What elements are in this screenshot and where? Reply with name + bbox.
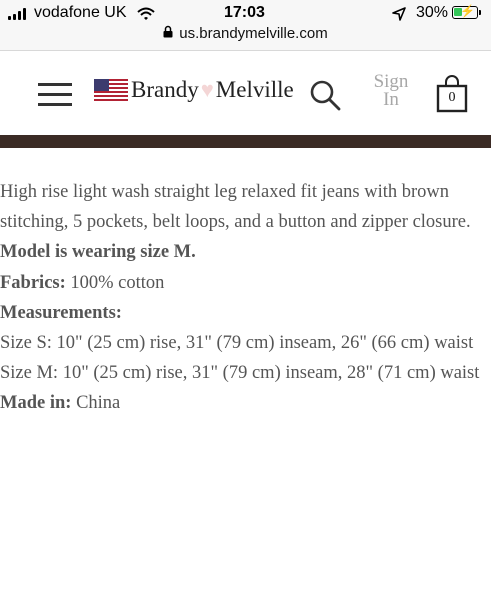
url-text: us.brandymelville.com <box>179 25 328 42</box>
menu-icon[interactable] <box>38 83 72 107</box>
measurements-heading: Measurements: <box>0 302 122 323</box>
battery-icon: ⚡ <box>452 4 481 19</box>
product-description: High rise light wash straight leg relaxe… <box>0 177 491 419</box>
address-bar[interactable]: us.brandymelville.com <box>0 25 491 42</box>
signal-strength-icon <box>8 8 26 20</box>
made-in-line: Made in: China <box>0 388 491 418</box>
description-text: High rise light wash straight leg relaxe… <box>0 182 471 233</box>
sign-in-link[interactable]: Sign In <box>370 72 412 110</box>
fabrics-line: Fabrics: 100% cotton <box>0 268 491 298</box>
fabrics-label: Fabrics: <box>0 272 66 293</box>
battery-percent: 30% <box>416 4 449 21</box>
wifi-icon <box>137 7 155 26</box>
browser-status-bar: vodafone UK 17:03 30% ⚡ us.brandymelvill… <box>0 0 491 51</box>
us-flag-icon <box>94 79 128 103</box>
location-arrow-icon <box>392 7 406 26</box>
heart-icon: ♥ <box>200 77 214 102</box>
size-s-measurements: Size S: 10" (25 cm) rise, 31" (79 cm) in… <box>0 333 474 354</box>
shopping-bag-button[interactable]: 0 <box>436 75 468 113</box>
brand-name-right: Melville <box>215 77 294 102</box>
size-m-measurements: Size M: 10" (25 cm) rise, 31" (79 cm) in… <box>0 363 480 384</box>
brand-name-left: Brandy <box>131 77 199 102</box>
fabrics-value: 100% cotton <box>70 272 165 293</box>
site-header: Brandy♥Melville Sign In 0 <box>0 51 491 135</box>
status-time: 17:03 <box>224 4 265 21</box>
header-divider-band <box>0 135 491 148</box>
lock-icon <box>163 25 173 42</box>
search-icon[interactable] <box>308 78 342 112</box>
carrier-name: vodafone UK <box>34 4 127 21</box>
made-in-label: Made in: <box>0 393 72 414</box>
cart-count: 0 <box>448 90 456 105</box>
brand-logo[interactable]: Brandy♥Melville <box>131 77 294 103</box>
model-note: Model is wearing size M. <box>0 242 196 263</box>
sign-in-line-2: In <box>383 89 399 110</box>
made-in-value: China <box>76 393 121 414</box>
